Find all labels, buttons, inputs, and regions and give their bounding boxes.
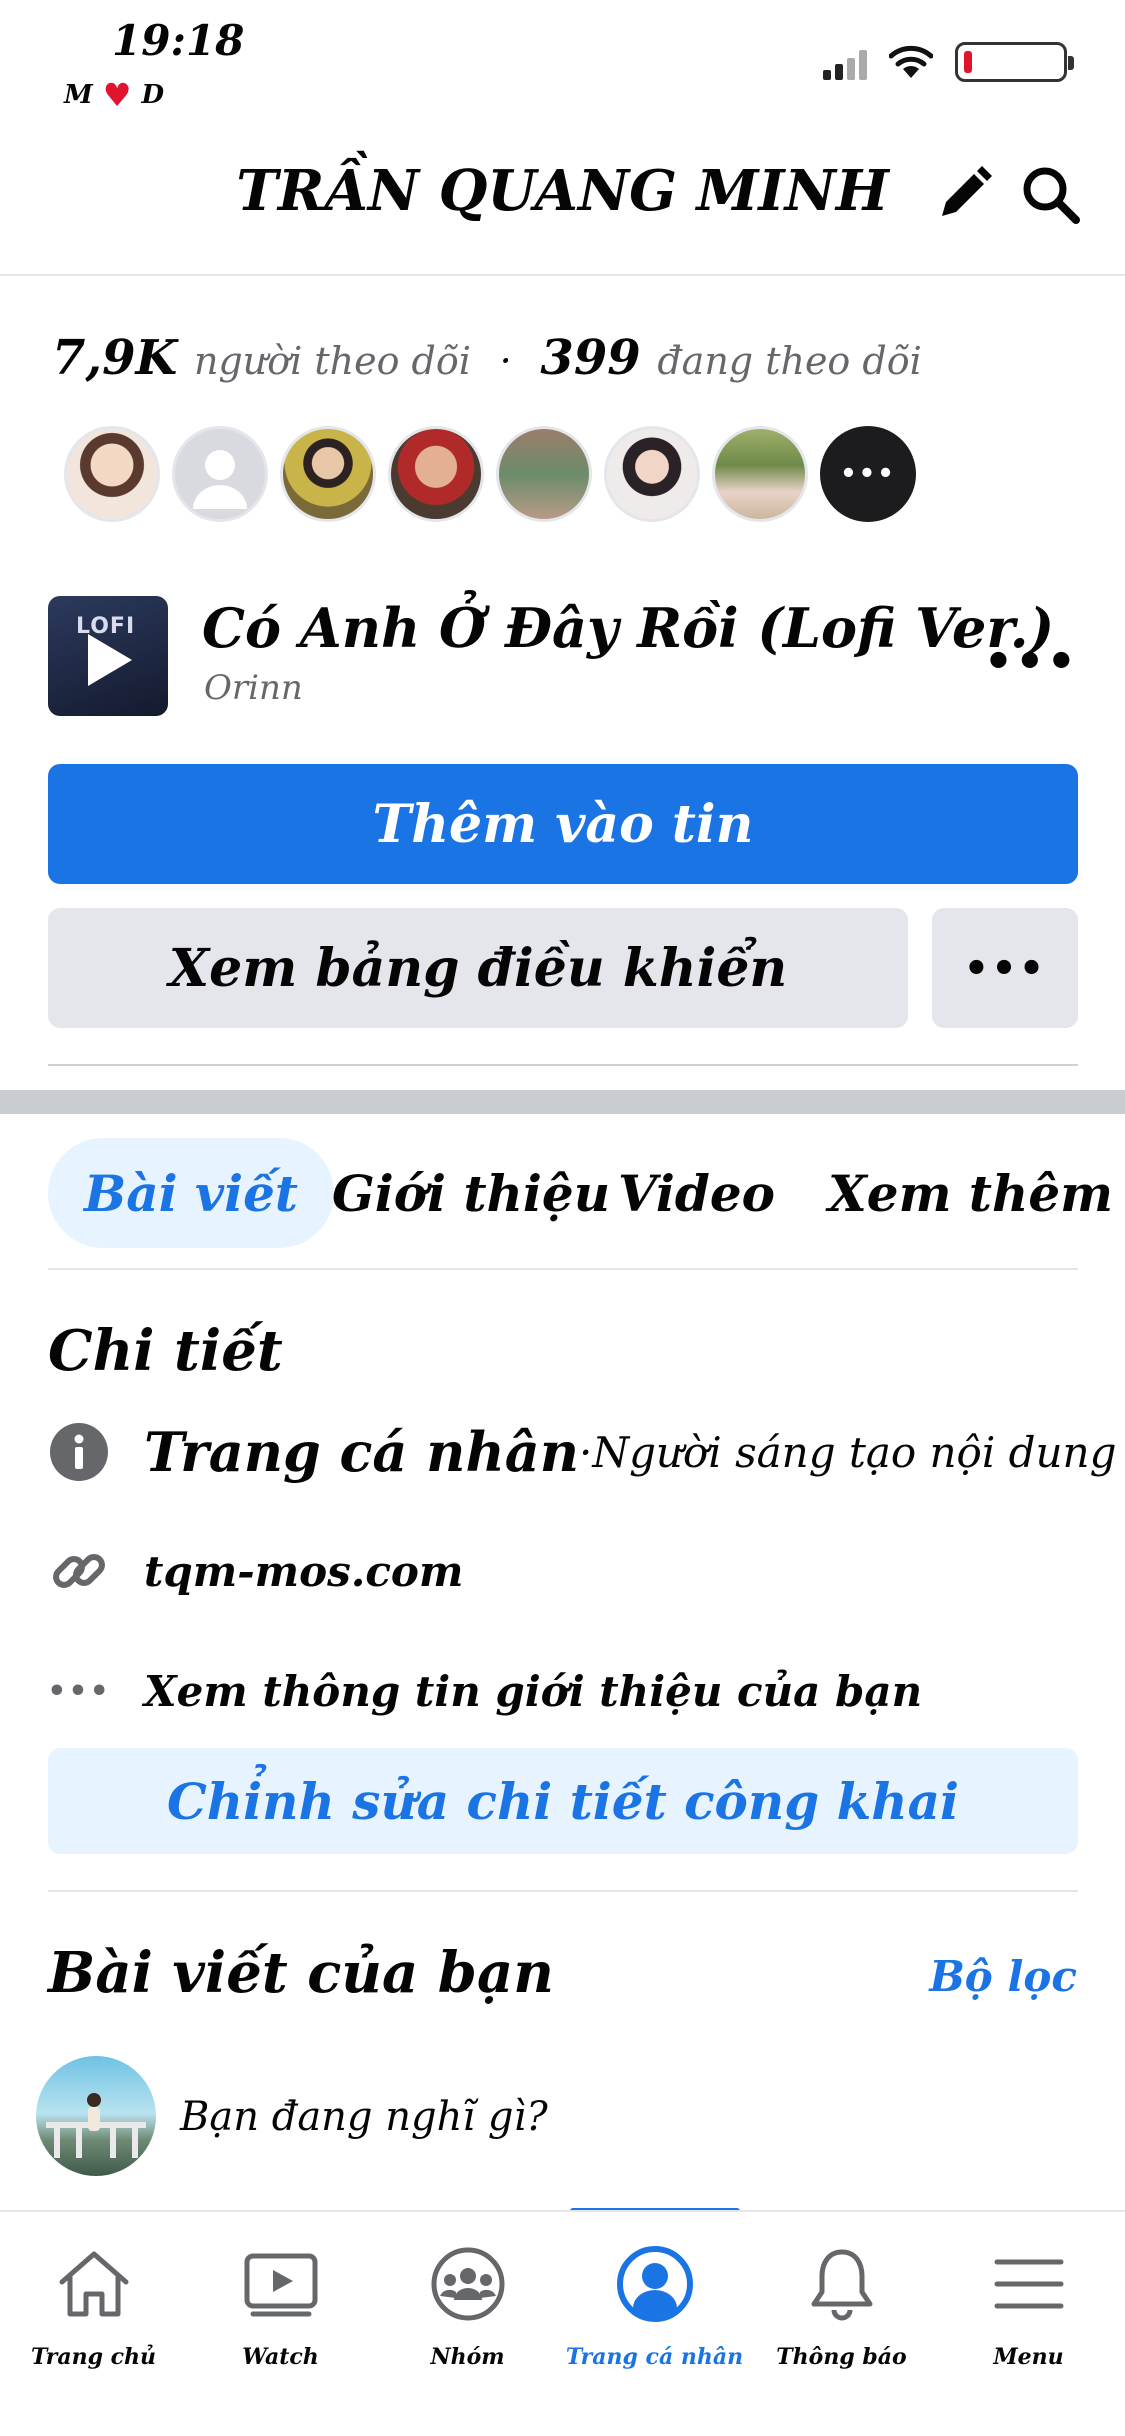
posts-title: Bài viết của bạn (48, 1940, 554, 2006)
groups-icon (431, 2247, 504, 2321)
nav-home[interactable]: Trang chủ (0, 2212, 187, 2436)
detail-profile-type: Trang cá nhân · Người sáng tạo nội dung … (48, 1420, 1125, 1484)
follower-avatar[interactable] (64, 426, 160, 522)
nav-notifications[interactable]: Thông báo (748, 2212, 935, 2436)
follower-avatar[interactable] (172, 426, 268, 522)
nav-watch[interactable]: Watch (187, 2212, 374, 2436)
nav-label: Thông báo (776, 2344, 907, 2370)
wifi-icon (889, 45, 933, 78)
divider (48, 1890, 1078, 1892)
detail-website[interactable]: tqm-mos.com (48, 1540, 463, 1602)
avatar[interactable] (36, 2056, 156, 2176)
more-followers-button[interactable]: ••• (820, 426, 916, 522)
tab-about[interactable]: Giới thiệu (332, 1138, 610, 1248)
battery-icon (955, 42, 1074, 82)
follower-avatar[interactable] (604, 426, 700, 522)
website-link[interactable]: tqm-mos.com (144, 1547, 463, 1596)
profile-more-button[interactable]: ••• (932, 908, 1078, 1028)
watch-icon (244, 2253, 317, 2317)
music-cover[interactable]: LOFI (48, 596, 168, 716)
divider (48, 1064, 1078, 1066)
divider (48, 1268, 1078, 1270)
more-info-label: Xem thông tin giới thiệu của bạn (144, 1666, 923, 1716)
bottom-navigation: Trang chủ Watch Nhóm Trang cá nhân Thông… (0, 2210, 1125, 2436)
tab-posts[interactable]: Bài viết (48, 1138, 335, 1248)
following-label: đang theo dõi (657, 339, 922, 383)
carrier-right: D (141, 80, 165, 110)
filter-button[interactable]: Bộ lọc (929, 1952, 1077, 2001)
info-icon (48, 1421, 110, 1483)
follower-avatars: ••• (64, 426, 916, 522)
tab-see-more[interactable]: Xem thêm (828, 1138, 1125, 1248)
nav-label: Trang cá nhân (565, 2344, 744, 2370)
signal-icon (823, 44, 867, 80)
followers-count: 7,9K (52, 330, 178, 386)
battery-level (964, 51, 972, 73)
tab-label: Bài viết (84, 1163, 299, 1223)
nav-menu[interactable]: Menu (935, 2212, 1122, 2436)
carrier-label: M ♥ D (64, 76, 164, 114)
carrier-left: M (64, 80, 93, 110)
add-to-story-button[interactable]: Thêm vào tin (48, 764, 1078, 884)
profile-type-separator: · (578, 1427, 593, 1477)
music-more-button[interactable]: ••• (984, 634, 1078, 688)
following-count: 399 (540, 330, 641, 386)
edit-public-details-button[interactable]: Chỉnh sửa chi tiết công khai (48, 1748, 1078, 1854)
profile-type: Trang cá nhân (144, 1420, 579, 1484)
follower-avatar[interactable] (388, 426, 484, 522)
nav-groups[interactable]: Nhóm (374, 2212, 561, 2436)
follower-avatar[interactable] (496, 426, 592, 522)
status-time: 19:18 (112, 16, 245, 65)
post-composer-input[interactable]: Bạn đang nghĩ gì? (180, 2094, 548, 2140)
section-divider (0, 1090, 1125, 1114)
nav-label: Nhóm (430, 2344, 505, 2370)
stats-separator: · (499, 339, 512, 383)
tab-label: Video (618, 1163, 776, 1223)
pencil-icon[interactable] (928, 160, 998, 230)
bell-icon (811, 2249, 872, 2321)
music-artist: Orinn (204, 668, 303, 708)
tab-label: Giới thiệu (332, 1163, 611, 1223)
profile-icon (616, 2246, 693, 2322)
play-icon[interactable] (88, 634, 132, 686)
music-title: Có Anh Ở Đây Rồi (Lofi Ver.) (202, 596, 1055, 660)
follower-avatar[interactable] (712, 426, 808, 522)
detail-more-info[interactable]: ••• Xem thông tin giới thiệu của bạn (47, 1660, 923, 1722)
link-icon (48, 1540, 110, 1602)
profile-music[interactable]: LOFI Có Anh Ở Đây Rồi (Lofi Ver.) Orinn … (48, 596, 1078, 716)
menu-icon (994, 2259, 1063, 2309)
home-icon (59, 2251, 128, 2317)
nav-label: Trang chủ (30, 2344, 157, 2370)
status-bar: 19:18 M ♥ D (0, 0, 1125, 120)
followers-label: người theo dõi (193, 339, 471, 383)
details-title: Chi tiết (48, 1318, 283, 1384)
nav-profile[interactable]: Trang cá nhân (561, 2212, 748, 2436)
profile-header: TRẦN QUANG MINH (0, 130, 1125, 276)
tab-video[interactable]: Video (618, 1138, 775, 1248)
heart-icon: ♥ (102, 76, 132, 114)
nav-label: Watch (242, 2344, 319, 2370)
nav-label: Menu (993, 2344, 1064, 2370)
view-dashboard-button[interactable]: Xem bảng điều khiển (48, 908, 908, 1028)
profile-category: Người sáng tạo nội dung số (592, 1427, 1125, 1477)
more-horizontal-icon: ••• (47, 1673, 111, 1709)
status-icons (823, 42, 1074, 82)
search-icon[interactable] (1016, 160, 1086, 230)
follower-avatar[interactable] (280, 426, 376, 522)
tab-label: Xem thêm (828, 1163, 1114, 1223)
profile-tabs: Bài viết Giới thiệu Video Xem thêm (48, 1138, 1113, 1248)
follow-stats[interactable]: 7,9K người theo dõi · 399 đang theo dõi (52, 330, 922, 386)
